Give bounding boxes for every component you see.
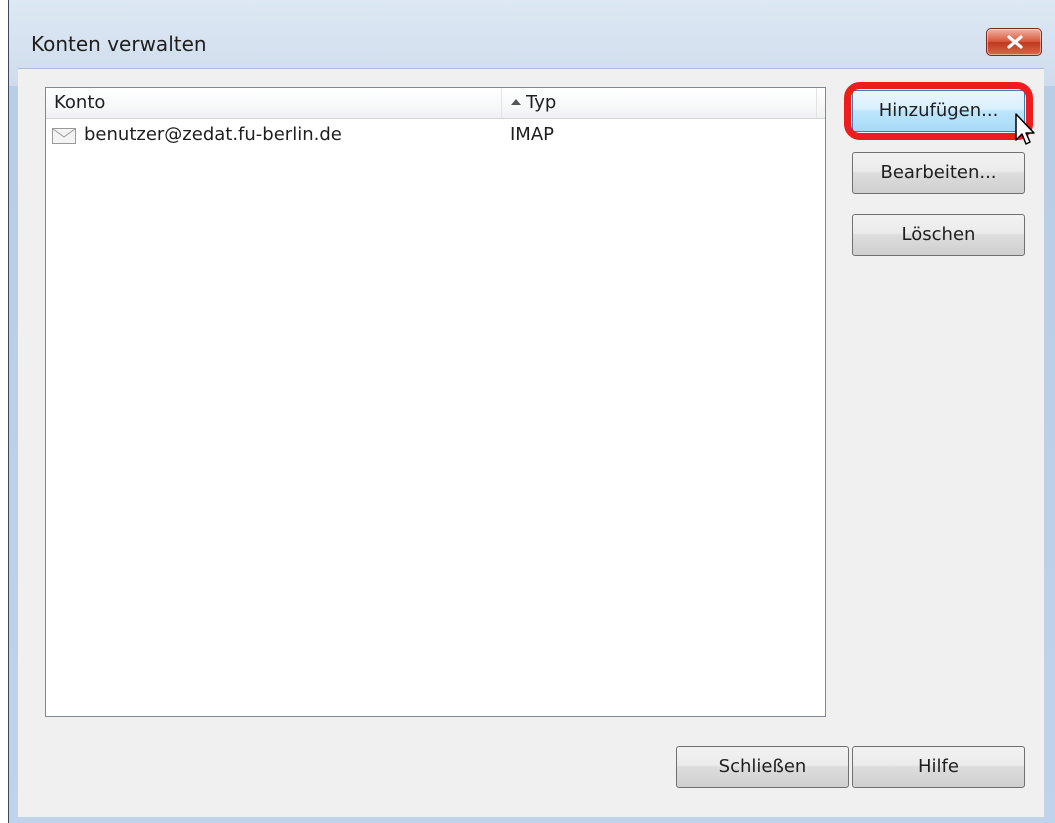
dialog-content: Konto Typ benutzer@zedat.fu-berlin.de IM… — [18, 68, 1044, 817]
help-button[interactable]: Hilfe — [852, 746, 1025, 788]
highlight-annotation — [844, 82, 1033, 140]
column-header-typ[interactable]: Typ — [502, 88, 817, 118]
column-label-typ: Typ — [526, 92, 557, 113]
list-header: Konto Typ — [46, 88, 825, 119]
window-title: Konten verwalten — [31, 32, 207, 56]
account-address: benutzer@zedat.fu-berlin.de — [84, 124, 342, 145]
close-icon — [1007, 35, 1023, 49]
accounts-list[interactable]: Konto Typ benutzer@zedat.fu-berlin.de IM… — [45, 87, 826, 717]
column-header-konto[interactable]: Konto — [46, 88, 502, 118]
list-item[interactable]: benutzer@zedat.fu-berlin.de IMAP — [46, 119, 825, 151]
sort-ascending-icon — [511, 99, 521, 105]
close-button[interactable]: Schließen — [676, 746, 849, 788]
mouse-pointer-icon — [1015, 113, 1035, 145]
dialog-window: Konten verwalten Konto Typ benutzer@zeda… — [8, 0, 1055, 823]
column-label-konto: Konto — [54, 92, 106, 113]
close-window-button[interactable] — [986, 28, 1042, 56]
edit-account-button[interactable]: Bearbeiten... — [852, 152, 1025, 194]
delete-account-button[interactable]: Löschen — [852, 214, 1025, 256]
mail-icon — [52, 128, 76, 144]
account-type: IMAP — [510, 124, 555, 145]
